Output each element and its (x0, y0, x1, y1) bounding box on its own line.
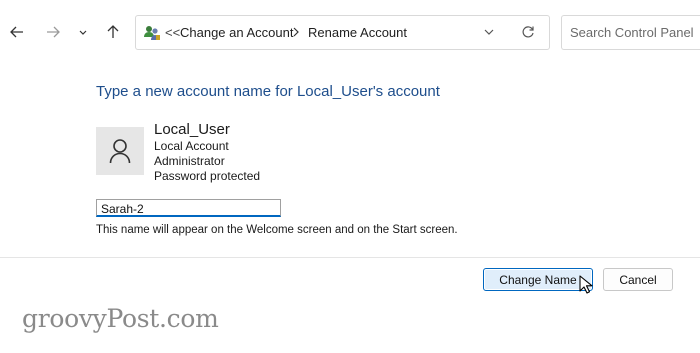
back-button[interactable] (5, 19, 29, 45)
name-hint: This name will appear on the Welcome scr… (96, 224, 458, 236)
chevron-right-icon[interactable] (292, 27, 300, 37)
recent-locations-button[interactable] (71, 19, 95, 45)
breadcrumb-change-account[interactable]: Change an Account (180, 25, 293, 40)
account-type: Local Account (154, 139, 229, 153)
account-security: Password protected (154, 169, 261, 183)
breadcrumb-rename-account[interactable]: Rename Account (308, 25, 407, 40)
new-name-input[interactable] (97, 201, 280, 217)
user-icon (109, 139, 131, 164)
search-box[interactable] (561, 15, 700, 50)
page-heading: Type a new account name for Local_User's… (96, 83, 440, 100)
watermark: groovyPost.com (22, 304, 219, 333)
cancel-button[interactable]: Cancel (603, 268, 673, 291)
rename-account-window: << Change an Account Rename Account Type… (0, 0, 700, 353)
refresh-icon[interactable] (521, 25, 535, 39)
account-role: Administrator (154, 154, 225, 168)
search-input[interactable] (562, 16, 700, 49)
account-name: Local_User (154, 121, 230, 138)
forward-button[interactable] (41, 19, 65, 45)
arrow-up-icon (107, 25, 119, 38)
user-accounts-icon (144, 26, 160, 40)
up-button[interactable] (101, 19, 125, 45)
arrow-left-icon (10, 26, 23, 38)
divider (0, 257, 700, 258)
arrow-right-icon (47, 26, 60, 38)
chevron-down-icon (79, 30, 87, 35)
address-bar[interactable]: << Change an Account Rename Account (135, 15, 550, 50)
new-name-field[interactable] (96, 199, 281, 217)
address-dropdown-icon[interactable] (484, 29, 494, 36)
change-name-button[interactable]: Change Name (483, 268, 593, 291)
account-info: Local_User Local Account Administrator P… (154, 121, 260, 184)
avatar (96, 127, 144, 175)
breadcrumb-overflow[interactable]: << (165, 25, 180, 40)
